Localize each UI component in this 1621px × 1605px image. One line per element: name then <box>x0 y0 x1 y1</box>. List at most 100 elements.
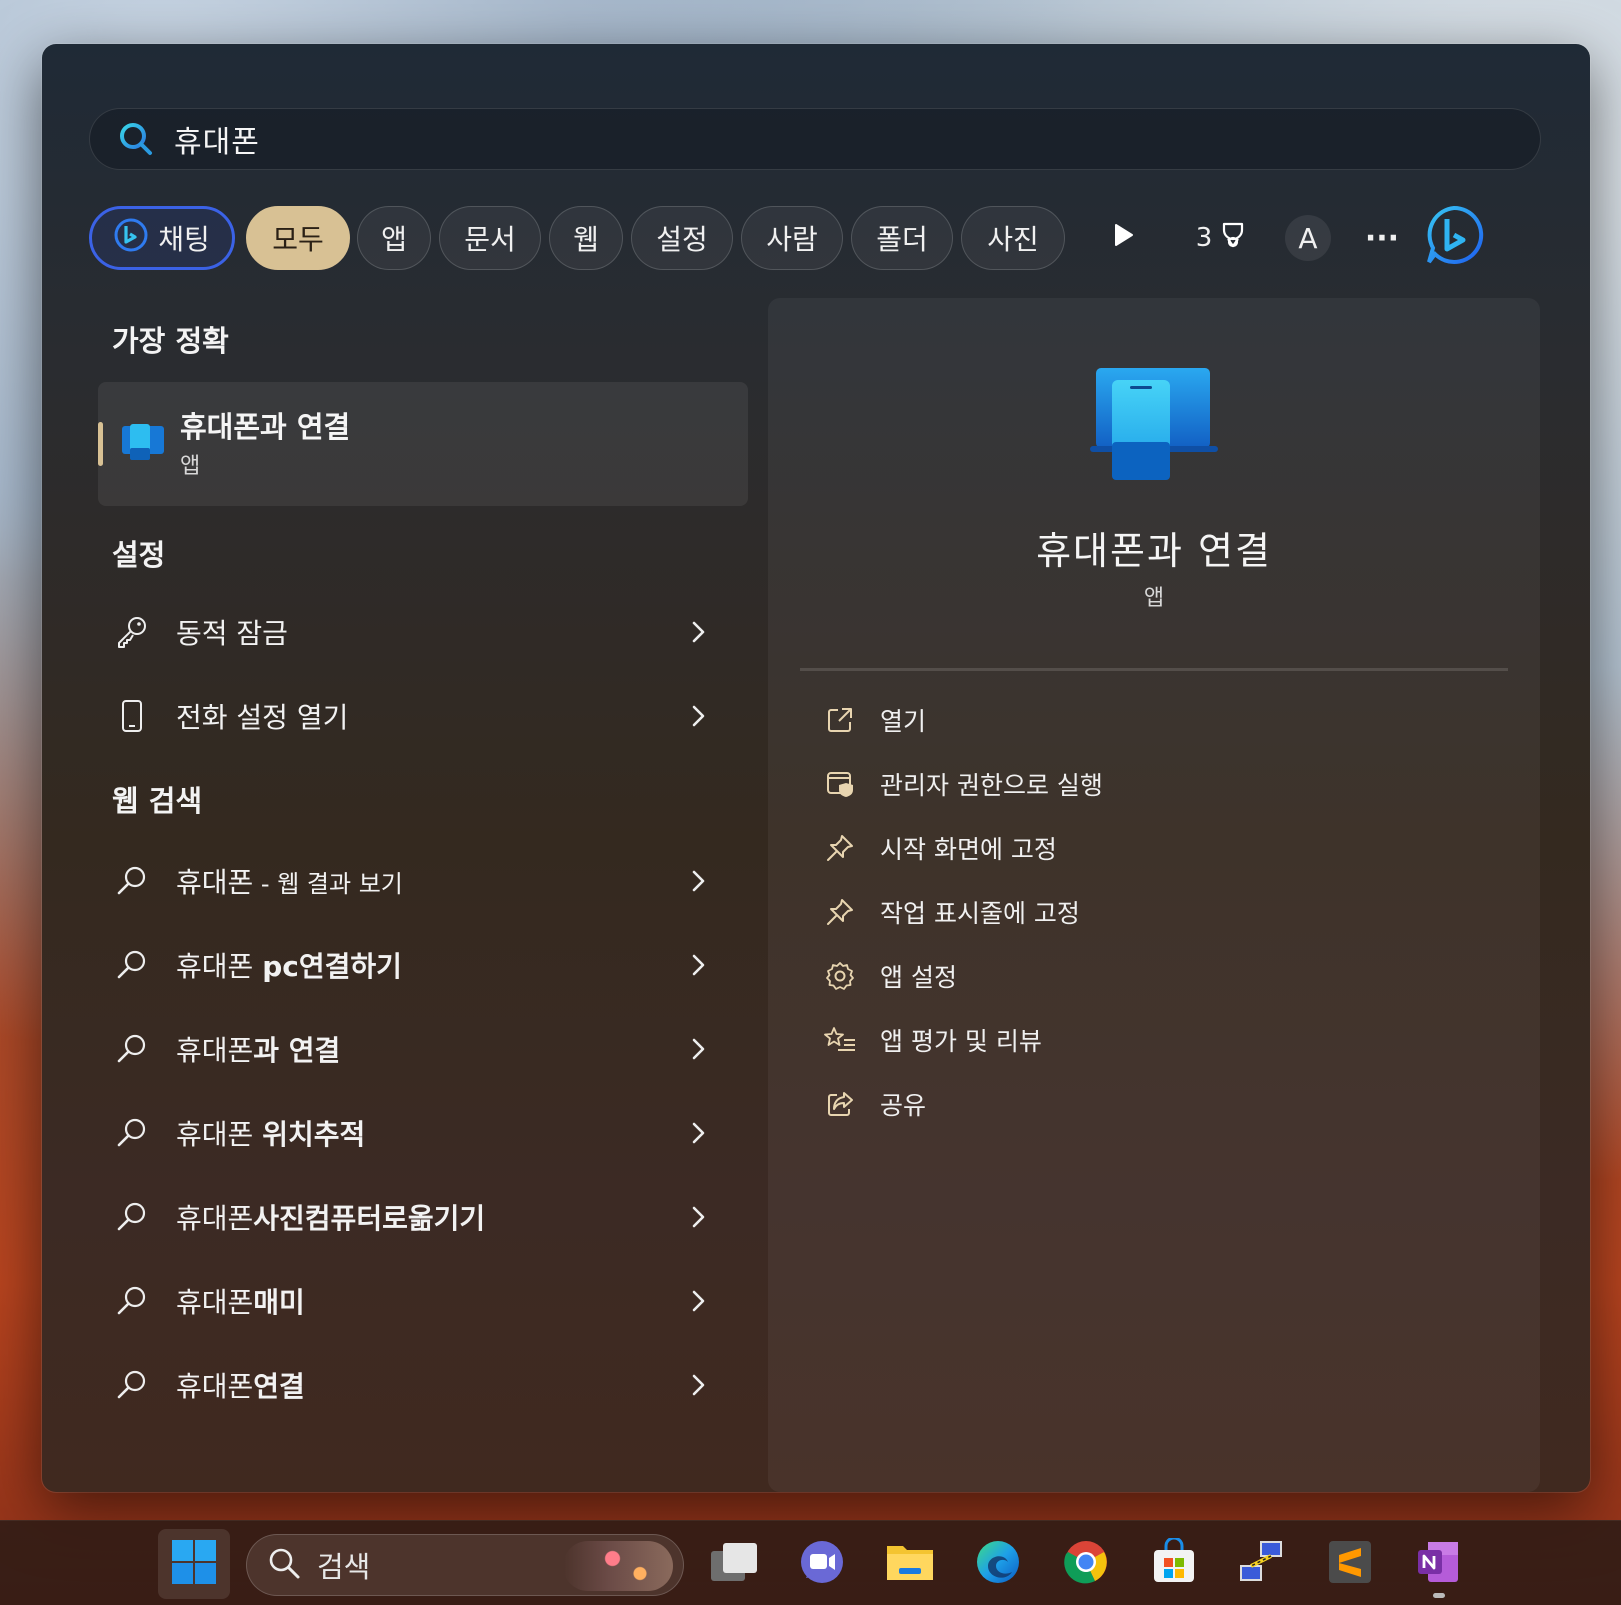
action-pin-to-start[interactable]: 시작 화면에 고정 <box>822 820 1057 876</box>
filter-chip-apps[interactable]: 앱 <box>357 206 431 270</box>
detail-app-title: 휴대폰과 연결 <box>1036 529 1272 573</box>
selection-indicator <box>98 422 103 466</box>
pin-icon <box>822 894 858 930</box>
file-explorer-icon <box>885 1540 935 1588</box>
settings-item-dynamic-lock[interactable]: 동적 잠금 <box>112 600 712 664</box>
bing-chat-button[interactable] <box>1421 204 1487 273</box>
query-text: 휴대폰 <box>176 1202 254 1235</box>
search-input[interactable]: 휴대폰 <box>89 108 1541 170</box>
rewards-button[interactable]: 3 <box>1189 206 1255 270</box>
query-text: 휴대폰 <box>176 950 263 983</box>
web-result-item[interactable]: 휴대폰연결 <box>112 1353 712 1417</box>
chevron-right-icon[interactable] <box>682 865 714 897</box>
phone-icon <box>112 696 152 736</box>
settings-item-label: 동적 잠금 <box>176 617 288 650</box>
start-menu-search-panel: 휴대폰 채팅 모두 앱 문서 웹 설정 사람 폴더 사진 3 A ··· 가장 … <box>42 44 1590 1492</box>
action-pin-to-taskbar[interactable]: 작업 표시줄에 고정 <box>822 884 1080 940</box>
bing-icon <box>114 218 148 259</box>
action-label: 작업 표시줄에 고정 <box>880 899 1080 928</box>
web-search-heading: 웹 검색 <box>112 784 203 818</box>
action-share[interactable]: 공유 <box>822 1076 926 1132</box>
suffix-text: - 웹 결과 보기 <box>253 870 403 898</box>
chevron-right-icon[interactable] <box>682 1285 714 1317</box>
taskbar-search[interactable]: 검색 <box>246 1534 684 1596</box>
action-label: 관리자 권한으로 실행 <box>880 771 1103 800</box>
search-icon <box>112 1113 152 1153</box>
best-match-item[interactable]: 휴대폰과 연결 앱 <box>98 382 748 506</box>
action-label: 앱 설정 <box>880 963 957 992</box>
trophy-icon <box>1218 220 1248 257</box>
search-icon <box>116 119 156 159</box>
gear-icon <box>822 958 858 994</box>
web-result-item[interactable]: 휴대폰매미 <box>112 1269 712 1333</box>
web-result-item[interactable]: 휴대폰 위치추적 <box>112 1101 712 1165</box>
settings-heading: 설정 <box>112 538 166 572</box>
filter-chip-documents[interactable]: 문서 <box>439 206 541 270</box>
running-indicator <box>1433 1593 1445 1598</box>
filter-chip-web[interactable]: 웹 <box>549 206 623 270</box>
open-external-icon <box>822 702 858 738</box>
filter-chip-photos[interactable]: 사진 <box>961 206 1065 270</box>
chat-chip[interactable]: 채팅 <box>89 206 235 270</box>
filter-chip-folders[interactable]: 폴더 <box>851 206 953 270</box>
taskbar-app-task-view[interactable] <box>698 1529 770 1599</box>
star-list-icon <box>822 1022 858 1058</box>
filter-chip-settings[interactable]: 설정 <box>631 206 733 270</box>
suggestion-text: 과 연결 <box>253 1034 341 1067</box>
best-match-type: 앱 <box>180 454 201 479</box>
web-result-label: 휴대폰사진컴퓨터로옮기기 <box>176 1197 485 1237</box>
web-result-item[interactable]: 휴대폰사진컴퓨터로옮기기 <box>112 1185 712 1249</box>
search-icon <box>112 945 152 985</box>
taskbar-app-onenote[interactable] <box>1402 1529 1474 1599</box>
taskbar-app-sublime[interactable] <box>1314 1529 1386 1599</box>
more-options-button[interactable]: ··· <box>1357 206 1407 270</box>
suggestion-text: 사진컴퓨터로옮기기 <box>253 1202 486 1235</box>
taskbar-app-network-tool[interactable] <box>1226 1529 1298 1599</box>
web-result-item[interactable]: 휴대폰과 연결 <box>112 1017 712 1081</box>
settings-item-phone-settings[interactable]: 전화 설정 열기 <box>112 684 712 748</box>
settings-item-label: 전화 설정 열기 <box>176 701 349 734</box>
search-icon <box>112 1197 152 1237</box>
action-label: 시작 화면에 고정 <box>880 835 1057 864</box>
filter-chip-people[interactable]: 사람 <box>741 206 843 270</box>
taskbar-app-teams[interactable] <box>786 1529 858 1599</box>
more-filters-button[interactable] <box>1097 206 1151 270</box>
chrome-icon <box>1062 1538 1110 1590</box>
web-result-label: 휴대폰 위치추적 <box>176 1113 365 1153</box>
account-avatar[interactable]: A <box>1285 215 1331 261</box>
network-icon <box>1237 1538 1287 1590</box>
action-rate-and-review[interactable]: 앱 평가 및 리뷰 <box>822 1012 1042 1068</box>
chevron-right-icon[interactable] <box>682 1117 714 1149</box>
web-result-label: 휴대폰연결 <box>176 1365 305 1405</box>
taskbar-search-label: 검색 <box>317 1550 371 1584</box>
chevron-right-icon[interactable] <box>682 700 714 732</box>
phone-link-app-icon <box>120 420 166 470</box>
chevron-right-icon[interactable] <box>682 949 714 981</box>
taskbar: 검색 <box>0 1520 1621 1605</box>
web-result-item[interactable]: 휴대폰 - 웹 결과 보기 <box>112 849 712 913</box>
taskbar-app-chrome[interactable] <box>1050 1529 1122 1599</box>
best-match-heading: 가장 정확 <box>112 324 229 358</box>
task-view-icon <box>709 1539 759 1589</box>
bing-logo-icon <box>1423 204 1485 273</box>
filter-chip-all[interactable]: 모두 <box>246 206 350 270</box>
query-text: 휴대폰 <box>176 1118 263 1151</box>
chevron-right-icon[interactable] <box>682 1369 714 1401</box>
suggestion-text: pc연결하기 <box>262 950 402 983</box>
action-app-settings[interactable]: 앱 설정 <box>822 948 957 1004</box>
best-match-title: 휴대폰과 연결 <box>180 404 350 446</box>
search-query[interactable]: 휴대폰 <box>174 117 260 161</box>
chevron-right-icon[interactable] <box>682 1033 714 1065</box>
action-run-as-admin[interactable]: 관리자 권한으로 실행 <box>822 756 1103 812</box>
taskbar-app-store[interactable] <box>1138 1529 1210 1599</box>
taskbar-app-file-explorer[interactable] <box>874 1529 946 1599</box>
taskbar-app-edge[interactable] <box>962 1529 1034 1599</box>
web-result-item[interactable]: 휴대폰 pc연결하기 <box>112 933 712 997</box>
admin-shield-icon <box>822 766 858 802</box>
action-open[interactable]: 열기 <box>822 692 926 748</box>
query-text: 휴대폰 <box>176 866 254 899</box>
chat-label: 채팅 <box>158 223 210 256</box>
chevron-right-icon[interactable] <box>682 616 714 648</box>
start-button[interactable] <box>158 1529 230 1599</box>
chevron-right-icon[interactable] <box>682 1201 714 1233</box>
